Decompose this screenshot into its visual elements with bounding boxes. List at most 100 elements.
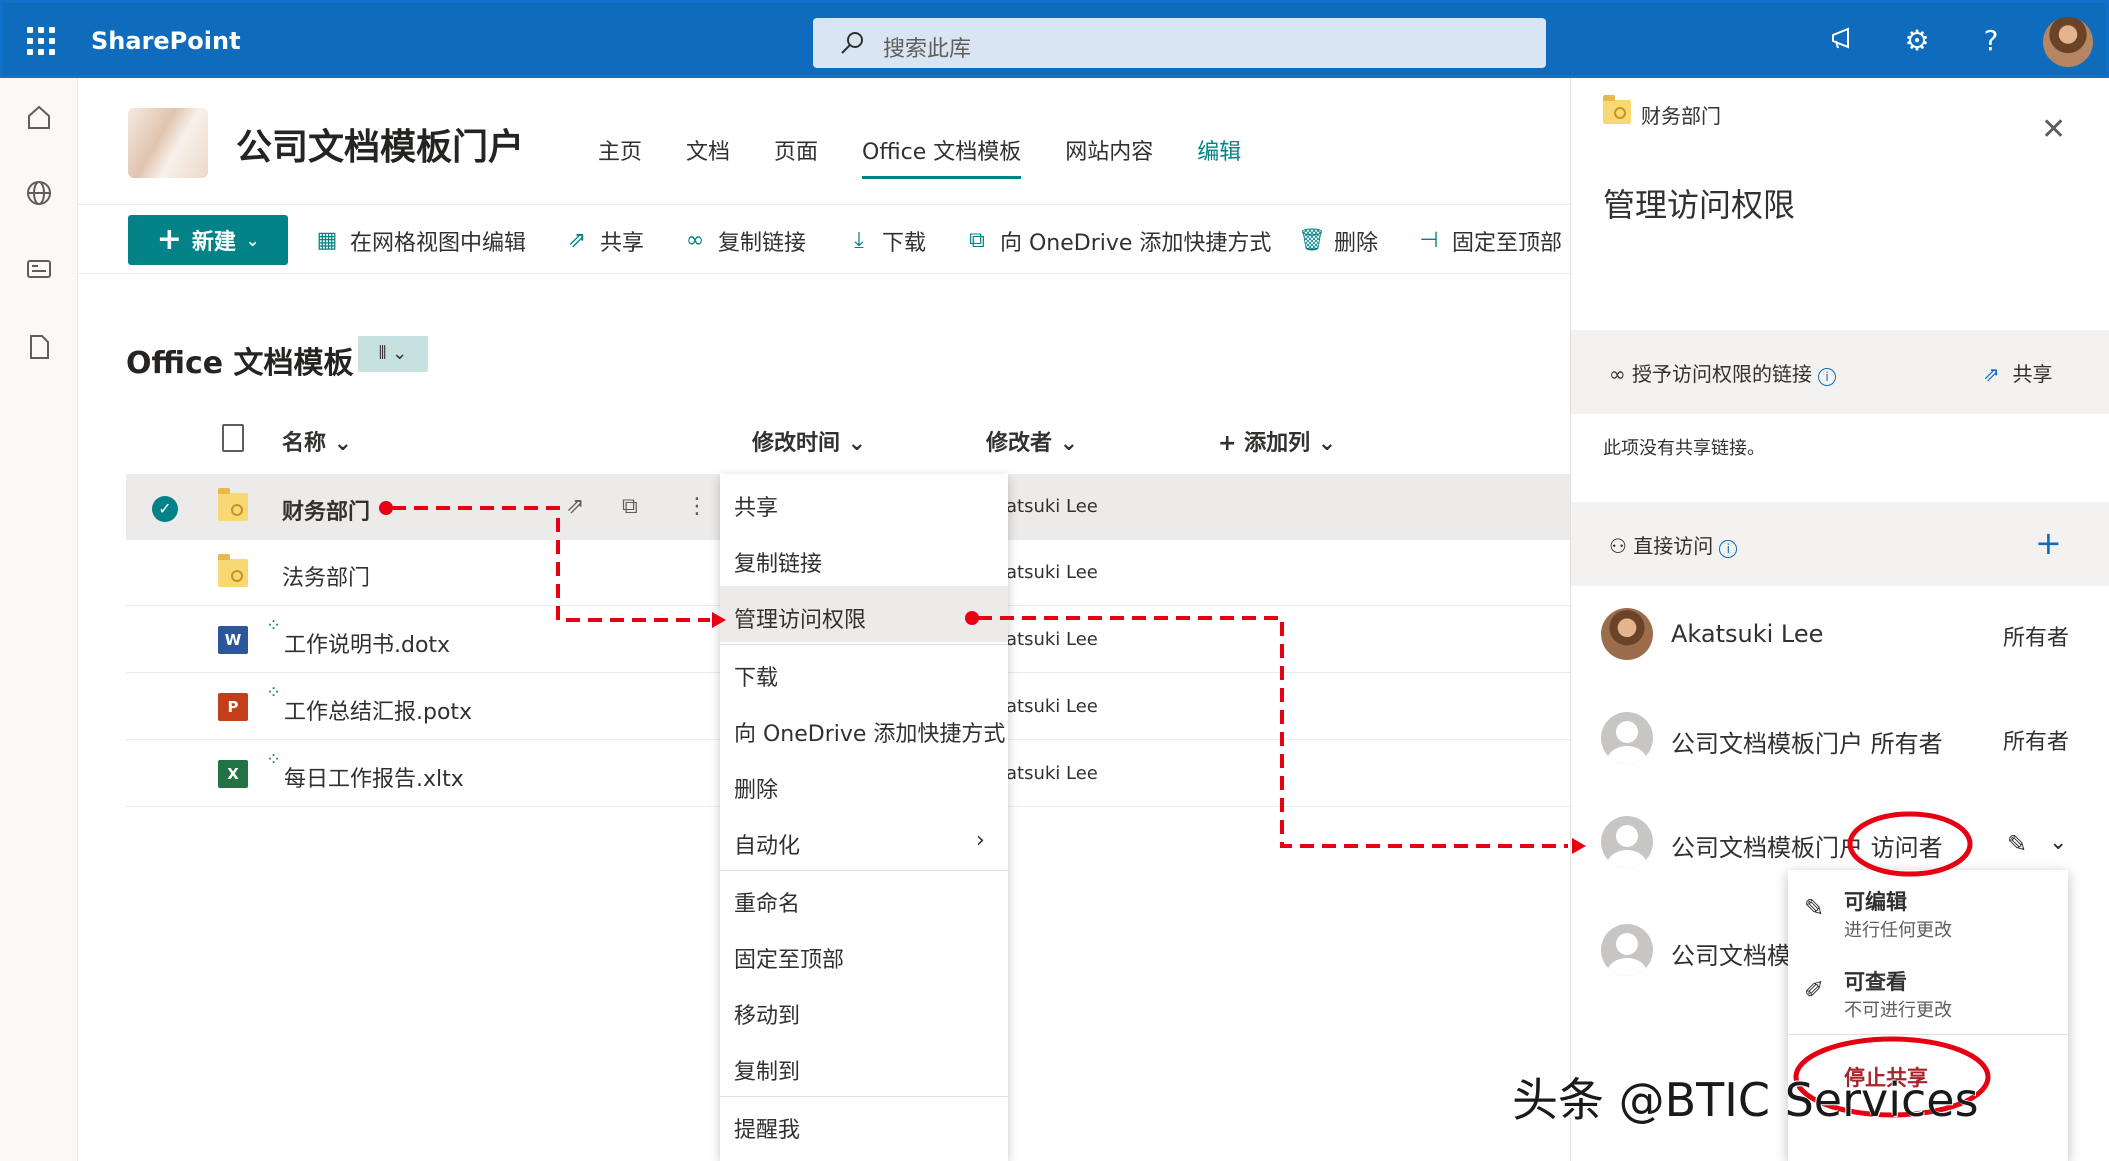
nav-documents[interactable]: 文档 bbox=[686, 134, 730, 179]
add-column-button[interactable]: + 添加列 ⌄ bbox=[1218, 425, 1336, 457]
download-button[interactable]: ⤓ 下载 bbox=[846, 225, 926, 257]
new-button-label: 新建 bbox=[191, 230, 236, 255]
add-person-icon[interactable]: + bbox=[2035, 524, 2062, 562]
chevron-down-icon: ⌄ bbox=[245, 230, 260, 250]
share-icon[interactable]: ⇗ bbox=[566, 494, 584, 519]
library-title: Office 文档模板 bbox=[126, 346, 354, 381]
more-options-icon[interactable]: ⋮ bbox=[686, 494, 708, 519]
column-header-name[interactable]: 名称 ⌄ bbox=[282, 425, 352, 457]
perm-option-view-desc: 不可进行更改 bbox=[1844, 1000, 1952, 1021]
column-name-label: 名称 bbox=[282, 431, 327, 456]
help-icon[interactable]: ? bbox=[1973, 23, 2009, 59]
file-name[interactable]: 工作说明书.dotx bbox=[284, 627, 450, 659]
menu-divider bbox=[720, 870, 1008, 871]
perm-option-view[interactable]: 可查看 bbox=[1844, 966, 1907, 996]
add-column-label: 添加列 bbox=[1244, 431, 1311, 456]
menu-item-manage-access[interactable]: 管理访问权限 bbox=[734, 602, 866, 634]
info-icon[interactable]: i bbox=[1818, 368, 1837, 386]
menu-divider bbox=[720, 644, 1008, 645]
pin-button[interactable]: ⊣ 固定至顶部 bbox=[1416, 225, 1562, 257]
share-icon: ⇗ bbox=[1983, 362, 2000, 386]
avatar bbox=[1601, 608, 1653, 660]
gear-icon[interactable]: ⚙ bbox=[1899, 23, 1935, 59]
person-icon: ⚇ bbox=[1609, 534, 1627, 558]
person-role[interactable]: 所有者 bbox=[2003, 724, 2069, 756]
new-button[interactable]: + 新建 ⌄ bbox=[128, 215, 288, 265]
file-name[interactable]: 每日工作报告.xltx bbox=[284, 761, 464, 793]
news-icon[interactable] bbox=[24, 254, 54, 284]
column-header-modified[interactable]: 修改时间 ⌄ bbox=[752, 425, 866, 457]
nav-edit-link[interactable]: 编辑 bbox=[1197, 134, 1241, 179]
menu-item-alert-me[interactable]: 提醒我 bbox=[734, 1112, 800, 1144]
grid-icon: ▦ bbox=[316, 228, 338, 253]
grid-edit-button[interactable]: ▦ 在网格视图中编辑 bbox=[314, 225, 526, 257]
menu-item-pin[interactable]: 固定至顶部 bbox=[734, 942, 844, 974]
add-shortcut-button[interactable]: ⧉ 向 OneDrive 添加快捷方式 bbox=[964, 225, 1271, 257]
no-edit-pencil-icon[interactable]: ✎ bbox=[2007, 830, 2027, 858]
download-label: 下载 bbox=[882, 231, 927, 256]
file-name[interactable]: 财务部门 bbox=[282, 494, 370, 526]
shortcut-icon[interactable]: ⧉ bbox=[622, 494, 638, 519]
menu-item-automate[interactable]: 自动化 bbox=[734, 828, 800, 860]
megaphone-icon[interactable] bbox=[1825, 23, 1861, 59]
grid-edit-label: 在网格视图中编辑 bbox=[350, 231, 527, 256]
menu-item-add-shortcut[interactable]: 向 OneDrive 添加快捷方式 bbox=[734, 716, 1005, 748]
person-role[interactable]: 所有者 bbox=[2003, 620, 2069, 652]
library-icon: ⫴ bbox=[378, 343, 387, 364]
delete-label: 删除 bbox=[1334, 231, 1379, 256]
site-logo[interactable] bbox=[128, 108, 208, 178]
share-button[interactable]: ⇗ 共享 bbox=[564, 225, 644, 257]
panel-title: 管理访问权限 bbox=[1603, 186, 1796, 224]
home-icon[interactable] bbox=[24, 102, 54, 132]
modified-by: atsuki Lee bbox=[1006, 629, 1098, 650]
user-avatar[interactable] bbox=[2043, 17, 2093, 67]
chevron-down-icon[interactable]: ⌄ bbox=[2049, 830, 2067, 855]
panel-share-button[interactable]: ⇗ 共享 bbox=[1983, 358, 2052, 387]
menu-item-copy-link[interactable]: 复制链接 bbox=[734, 546, 822, 578]
checkmark-icon[interactable]: ✓ bbox=[152, 496, 178, 522]
copy-link-button[interactable]: ∞ 复制链接 bbox=[682, 225, 806, 257]
perm-option-edit[interactable]: 可编辑 bbox=[1844, 886, 1907, 916]
delete-button[interactable]: 🗑 删除 bbox=[1298, 225, 1378, 257]
nav-pages[interactable]: 页面 bbox=[774, 134, 818, 179]
nav-site-contents[interactable]: 网站内容 bbox=[1065, 134, 1153, 179]
site-title[interactable]: 公司文档模板门户 bbox=[236, 118, 524, 170]
share-label: 共享 bbox=[600, 231, 645, 256]
document-icon[interactable] bbox=[24, 332, 54, 362]
person-name: 公司文档模 bbox=[1671, 942, 1791, 970]
file-name[interactable]: 法务部门 bbox=[282, 560, 370, 592]
modified-by: atsuki Lee bbox=[1006, 696, 1098, 717]
menu-item-rename[interactable]: 重命名 bbox=[734, 886, 800, 918]
close-icon[interactable]: ✕ bbox=[2041, 112, 2066, 147]
link-icon: ∞ bbox=[1609, 362, 1626, 386]
excel-icon: X bbox=[218, 760, 248, 788]
brand-name[interactable]: SharePoint bbox=[91, 27, 241, 55]
menu-item-move-to[interactable]: 移动到 bbox=[734, 998, 800, 1030]
download-icon: ⤓ bbox=[854, 228, 864, 253]
nav-home[interactable]: 主页 bbox=[598, 134, 642, 179]
person-name: 公司文档模板门户 所有者 bbox=[1671, 730, 1943, 758]
menu-item-copy-to[interactable]: 复制到 bbox=[734, 1054, 800, 1086]
no-edit-pencil-icon: ✐ bbox=[1804, 976, 1825, 1004]
menu-item-download[interactable]: 下载 bbox=[734, 660, 778, 692]
column-header-modified-by[interactable]: 修改者 ⌄ bbox=[986, 425, 1078, 457]
person-name: Akatsuki Lee bbox=[1671, 620, 1824, 648]
trash-icon: 🗑 bbox=[1298, 228, 1326, 253]
link-icon: ∞ bbox=[685, 228, 705, 253]
word-icon: W bbox=[218, 626, 248, 654]
chevron-right-icon: › bbox=[976, 828, 985, 853]
library-view-switcher[interactable]: ⫴ ⌄ bbox=[358, 336, 428, 372]
app-launcher-icon[interactable] bbox=[27, 27, 55, 55]
nav-office-templates[interactable]: Office 文档模板 bbox=[862, 134, 1022, 179]
menu-item-delete[interactable]: 删除 bbox=[734, 772, 778, 804]
file-name[interactable]: 工作总结汇报.potx bbox=[284, 694, 472, 726]
column-modified-label: 修改时间 bbox=[752, 431, 841, 456]
info-icon[interactable]: i bbox=[1719, 540, 1738, 558]
panel-share-label: 共享 bbox=[2012, 362, 2053, 386]
menu-item-share[interactable]: 共享 bbox=[734, 490, 778, 522]
file-type-header-icon[interactable] bbox=[222, 424, 244, 452]
suite-bar: SharePoint 搜索此库 ⚙ ? bbox=[0, 0, 2109, 78]
search-box[interactable]: 搜索此库 bbox=[813, 18, 1546, 68]
globe-icon[interactable] bbox=[24, 178, 54, 208]
avatar bbox=[1601, 712, 1653, 764]
